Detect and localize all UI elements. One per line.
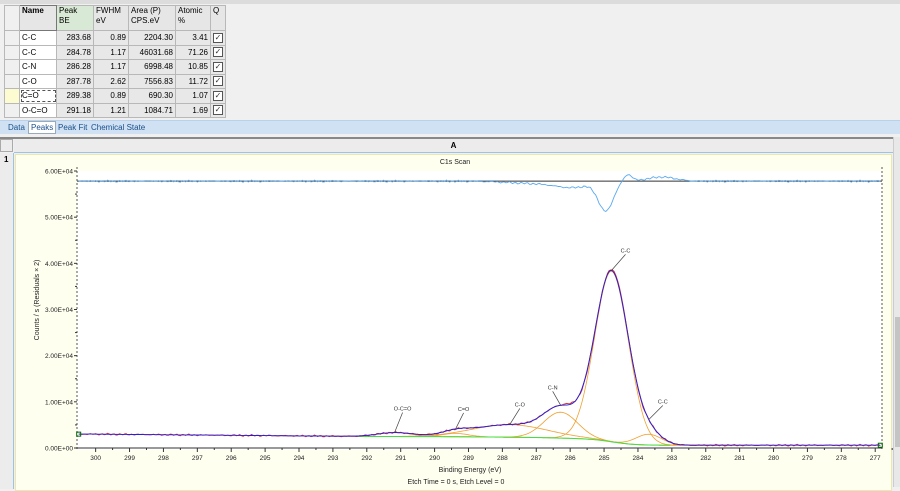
x-tick-label: 277	[870, 455, 881, 462]
x-tick-label: 283	[666, 455, 677, 462]
x-tick-label: 300	[90, 455, 101, 462]
chart-footer: Etch Time = 0 s, Etch Level = 0	[408, 479, 505, 486]
y-tick-label: 6.00E+04	[45, 169, 73, 176]
x-tick-label: 295	[260, 455, 271, 462]
y-tick-label: 4.00E+04	[45, 261, 73, 268]
y-tick-label: 1.00E+04	[45, 399, 73, 406]
peak-label: C-O	[515, 402, 526, 408]
y-tick-label: 2.00E+04	[45, 353, 73, 360]
x-tick-label: 286	[565, 455, 576, 462]
x-axis-label: Binding Energy (eV)	[439, 467, 502, 474]
x-tick-label: 282	[700, 455, 711, 462]
peak-label: C-N	[548, 385, 558, 391]
x-tick-label: 278	[836, 455, 847, 462]
x-tick-label: 284	[633, 455, 644, 462]
plot-area	[77, 171, 882, 450]
x-tick-label: 293	[327, 455, 338, 462]
peak-label: C=O	[458, 407, 470, 413]
x-tick-label: 285	[599, 455, 610, 462]
c1s-chart: C1s Scan Binding Energy (eV) Etch Time = 0…	[34, 159, 893, 486]
x-tick-label: 299	[124, 455, 135, 462]
x-tick-label: 279	[802, 455, 813, 462]
peak-label: O-C=O	[394, 407, 412, 413]
y-tick-label: 5.00E+04	[45, 215, 73, 222]
y-tick-label: 0.00E+00	[45, 446, 73, 453]
peak-label: C-C	[621, 248, 631, 254]
x-tick-label: 287	[531, 455, 542, 462]
x-tick-label: 294	[294, 455, 305, 462]
peak-label: C-C	[658, 400, 668, 406]
x-tick-label: 292	[361, 455, 372, 462]
x-tick-label: 288	[497, 455, 508, 462]
x-tick-label: 297	[192, 455, 203, 462]
y-tick-label: 3.00E+04	[45, 307, 73, 314]
x-tick-label: 291	[395, 455, 406, 462]
x-tick-label: 280	[768, 455, 779, 462]
chart-title: C1s Scan	[440, 159, 470, 166]
x-tick-label: 298	[158, 455, 169, 462]
x-tick-label: 290	[429, 455, 440, 462]
y-axis-label: Counts / s (Residuals × 2)	[34, 260, 41, 341]
x-tick-label: 296	[226, 455, 237, 462]
x-tick-label: 289	[463, 455, 474, 462]
x-tick-label: 281	[734, 455, 745, 462]
